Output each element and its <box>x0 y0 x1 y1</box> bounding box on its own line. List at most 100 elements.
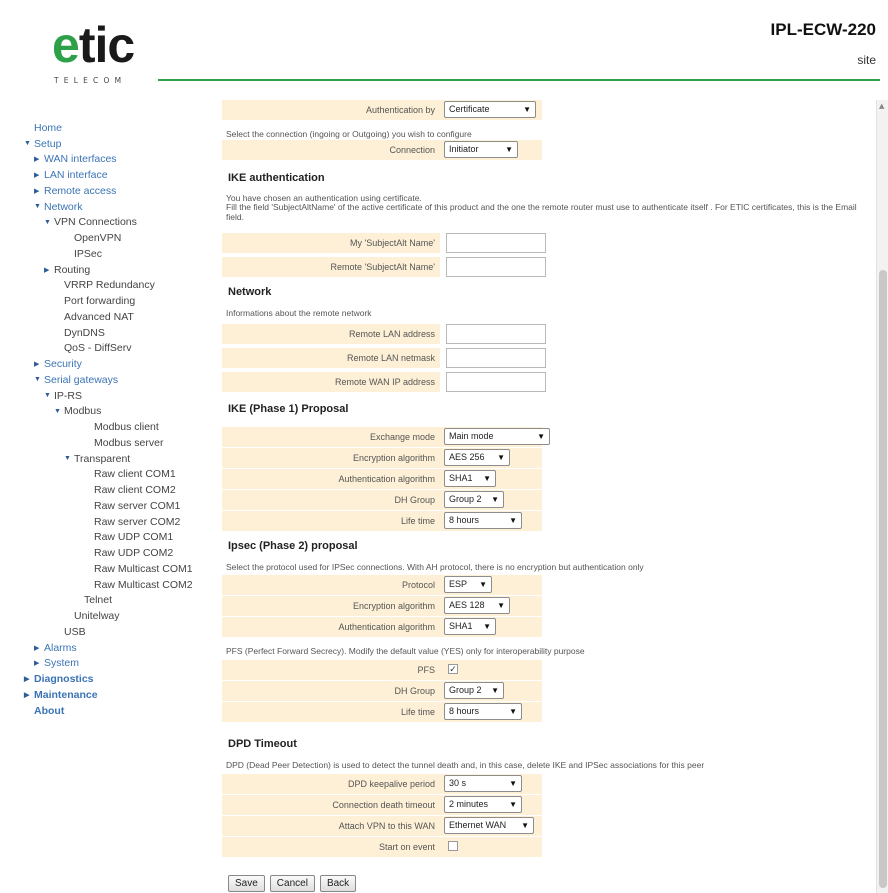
sidebar-item-raw-client-com2[interactable]: Raw client COM2 <box>24 482 214 498</box>
sidebar-item-remote-access[interactable]: ▶ Remote access <box>24 183 214 199</box>
sidebar-item-maintenance[interactable]: ▶ Maintenance <box>24 687 214 703</box>
sidebar-item-raw-multicast-com2[interactable]: Raw Multicast COM2 <box>24 577 214 593</box>
logo-e: e <box>52 17 80 73</box>
sidebar-item-label: Raw Multicast COM2 <box>94 578 193 591</box>
connection-select[interactable]: Initiator ▼ <box>444 141 518 158</box>
sidebar-item-telnet[interactable]: Telnet <box>24 593 214 609</box>
connection-row: Connection Initiator ▼ <box>222 140 872 160</box>
sidebar-item-label: About <box>34 704 65 717</box>
sidebar-item-lan-interface[interactable]: ▶ LAN interface <box>24 167 214 183</box>
sidebar-item-raw-server-com1[interactable]: Raw server COM1 <box>24 498 214 514</box>
sidebar-item-raw-server-com2[interactable]: Raw server COM2 <box>24 514 214 530</box>
cancel-button[interactable]: Cancel <box>269 875 315 892</box>
product-subtitle: site <box>857 53 876 67</box>
sidebar-item-modbus-client[interactable]: Modbus client <box>24 419 214 435</box>
sidebar-item-wan-interfaces[interactable]: ▶ WAN interfaces <box>24 152 214 168</box>
triangle-right-icon: ▶ <box>24 676 30 684</box>
sidebar-item-unitelway[interactable]: Unitelway <box>24 608 214 624</box>
p1-auth-select[interactable]: SHA1 ▼ <box>444 470 496 487</box>
conn-death-select[interactable]: 2 minutes ▼ <box>444 796 522 813</box>
sidebar-item-advanced-nat[interactable]: Advanced NAT <box>24 309 214 325</box>
sidebar-item-port-forwarding[interactable]: Port forwarding <box>24 293 214 309</box>
sidebar-item-raw-client-com1[interactable]: Raw client COM1 <box>24 467 214 483</box>
sidebar-item-label: System <box>44 657 80 670</box>
sidebar-item-network[interactable]: ▼ Network <box>24 199 214 215</box>
p2-encryption-select[interactable]: AES 128 ▼ <box>444 597 510 614</box>
scroll-up-arrow-icon[interactable]: ▲ <box>879 102 884 110</box>
triangle-down-icon: ▼ <box>44 218 51 226</box>
p1-life-select[interactable]: 8 hours ▼ <box>444 512 522 529</box>
sidebar-item-label: QoS - DiffServ <box>64 342 132 355</box>
header-divider <box>158 79 880 81</box>
p1-dh-select[interactable]: Group 2 ▼ <box>444 491 504 508</box>
remote-san-label: Remote 'SubjectAlt Name' <box>222 257 440 277</box>
sidebar-item-setup[interactable]: ▼ Setup <box>24 136 214 152</box>
sidebar-item-qos-diffserv[interactable]: QoS - DiffServ <box>24 341 214 357</box>
chevron-down-icon: ▼ <box>491 495 499 504</box>
sidebar-item-label: VPN Connections <box>54 216 137 229</box>
sidebar-item-home[interactable]: Home <box>24 120 214 136</box>
p2-auth-label: Authentication algorithm <box>222 617 440 637</box>
sidebar-item-modbus-server[interactable]: Modbus server <box>24 435 214 451</box>
pfs-life-select[interactable]: 8 hours ▼ <box>444 703 522 720</box>
remote-san-input[interactable] <box>446 257 546 277</box>
sidebar-item-openvpn[interactable]: OpenVPN <box>24 230 214 246</box>
triangle-right-icon: ▶ <box>44 266 50 274</box>
ipsec-phase2-title: Ipsec (Phase 2) proposal <box>228 540 358 552</box>
logo-subtitle: TELECOM <box>54 76 127 85</box>
sidebar-item-label: Raw UDP COM2 <box>94 547 174 560</box>
chevron-down-icon: ▼ <box>505 145 513 154</box>
sidebar-item-label: Maintenance <box>34 688 98 701</box>
sidebar-item-transparent[interactable]: ▼ Transparent <box>24 451 214 467</box>
my-san-input[interactable] <box>446 233 546 253</box>
auth-by-select[interactable]: Certificate ▼ <box>444 101 536 118</box>
my-san-label: My 'SubjectAlt Name' <box>222 233 440 253</box>
start-event-checkbox[interactable] <box>448 841 458 851</box>
back-button[interactable]: Back <box>319 875 357 892</box>
p1-encryption-select[interactable]: AES 256 ▼ <box>444 449 510 466</box>
sidebar-item-routing[interactable]: ▶ Routing <box>24 262 214 278</box>
pfs-dh-select[interactable]: Group 2 ▼ <box>444 682 504 699</box>
dpd-period-select[interactable]: 30 s ▼ <box>444 775 522 792</box>
triangle-down-icon: ▼ <box>44 392 51 400</box>
p1-encryption-row: Encryption algorithm AES 256 ▼ <box>222 448 872 468</box>
sidebar-item-serial-gateways[interactable]: ▼ Serial gateways <box>24 372 214 388</box>
save-button[interactable]: Save <box>228 875 265 892</box>
remote-lan-netmask-input[interactable] <box>446 348 546 368</box>
remote-san-row: Remote 'SubjectAlt Name' <box>222 257 872 277</box>
sidebar-item-system[interactable]: ▶ System <box>24 656 214 672</box>
connection-label: Connection <box>222 140 440 160</box>
sidebar-item-diagnostics[interactable]: ▶ Diagnostics <box>24 671 214 687</box>
remote-lan-address-input[interactable] <box>446 324 546 344</box>
chevron-down-icon: ▼ <box>479 580 487 589</box>
sidebar-item-about[interactable]: About <box>24 703 214 719</box>
sidebar-item-modbus[interactable]: ▼ Modbus <box>24 404 214 420</box>
sidebar-item-security[interactable]: ▶ Security <box>24 356 214 372</box>
sidebar-item-vrrp-redundancy[interactable]: VRRP Redundancy <box>24 278 214 294</box>
sidebar-item-raw-multicast-com1[interactable]: Raw Multicast COM1 <box>24 561 214 577</box>
sidebar-item-label: Alarms <box>44 641 77 654</box>
sidebar-item-ip-rs[interactable]: ▼ IP-RS <box>24 388 214 404</box>
scrollbar-thumb[interactable] <box>879 270 887 888</box>
chevron-down-icon: ▼ <box>509 707 517 716</box>
sidebar-item-label: Port forwarding <box>64 295 136 308</box>
sidebar-item-raw-udp-com2[interactable]: Raw UDP COM2 <box>24 545 214 561</box>
sidebar-item-usb[interactable]: USB <box>24 624 214 640</box>
p2-encryption-row: Encryption algorithm AES 128 ▼ <box>222 596 872 616</box>
sidebar-item-dyndns[interactable]: DynDNS <box>24 325 214 341</box>
sidebar-item-raw-udp-com1[interactable]: Raw UDP COM1 <box>24 530 214 546</box>
sidebar-item-alarms[interactable]: ▶ Alarms <box>24 640 214 656</box>
sidebar-item-vpn-connections[interactable]: ▼ VPN Connections <box>24 215 214 231</box>
vertical-scrollbar[interactable]: ▲ <box>876 100 888 893</box>
remote-wan-ip-input[interactable] <box>446 372 546 392</box>
chevron-down-icon: ▼ <box>509 800 517 809</box>
sidebar-item-ipsec[interactable]: IPSec <box>24 246 214 262</box>
pfs-checkbox[interactable]: ✓ <box>448 664 458 674</box>
attach-vpn-select[interactable]: Ethernet WAN ▼ <box>444 817 534 834</box>
p2-auth-select[interactable]: SHA1 ▼ <box>444 618 496 635</box>
chevron-down-icon: ▼ <box>509 516 517 525</box>
exchange-mode-label: Exchange mode <box>222 427 440 447</box>
protocol-select[interactable]: ESP ▼ <box>444 576 492 593</box>
sidebar-item-label: Setup <box>34 137 62 150</box>
exchange-mode-select[interactable]: Main mode ▼ <box>444 428 550 445</box>
